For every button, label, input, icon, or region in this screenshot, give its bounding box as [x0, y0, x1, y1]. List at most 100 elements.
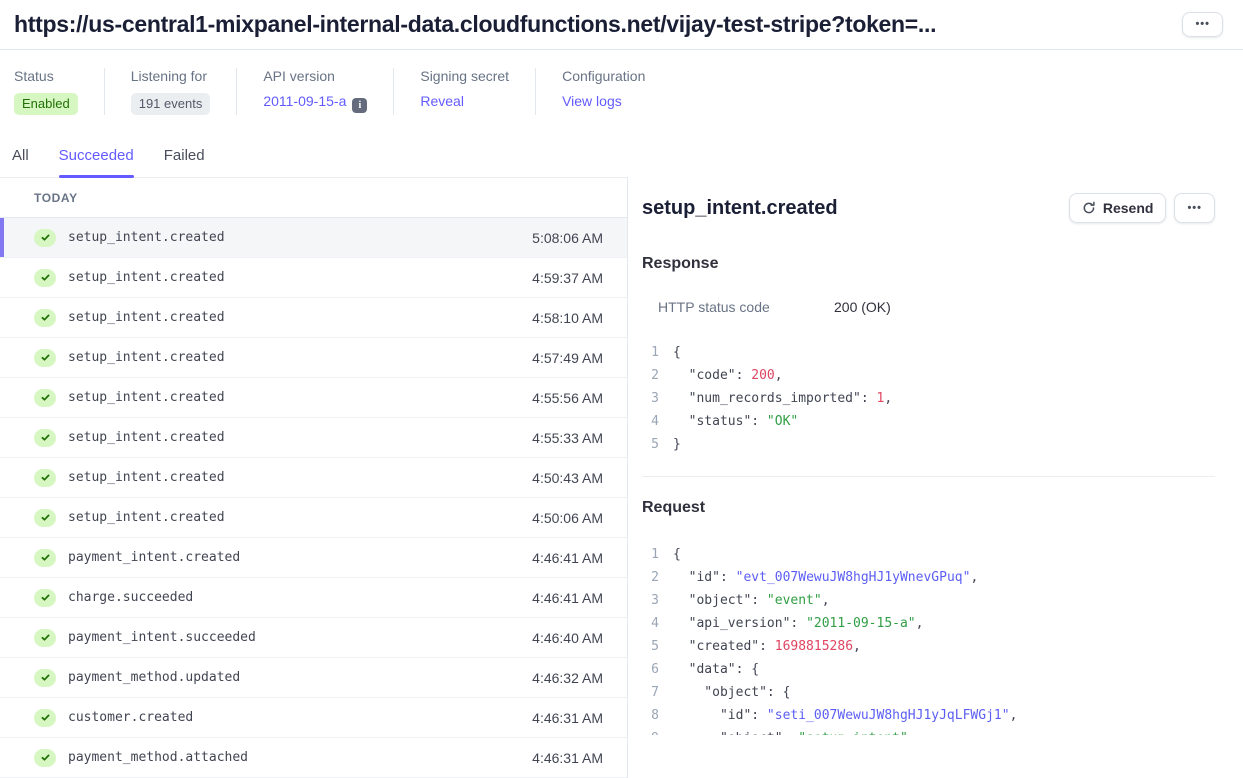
code-line: 3 "object": "event",	[642, 589, 1215, 612]
success-check-icon	[34, 509, 56, 527]
success-check-icon	[34, 669, 56, 687]
events-panel: All Succeeded Failed TODAY setup_intent.cr…	[0, 139, 628, 735]
event-name: payment_intent.succeeded	[68, 630, 256, 645]
event-time: 4:46:32 AM	[532, 670, 603, 686]
code-line: 7 "object": {	[642, 681, 1215, 704]
event-time: 4:50:43 AM	[532, 470, 603, 486]
event-time: 4:46:31 AM	[532, 750, 603, 766]
event-name: setup_intent.created	[68, 510, 225, 525]
list-group-header: TODAY	[0, 178, 627, 218]
event-time: 4:46:41 AM	[532, 550, 603, 566]
event-name: payment_method.attached	[68, 750, 248, 765]
http-status-row: HTTP status code 200 (OK)	[642, 299, 1215, 315]
success-check-icon	[34, 309, 56, 327]
code-line: 1{	[642, 543, 1215, 566]
code-line: 2 "code": 200,	[642, 364, 1215, 387]
event-name: payment_method.updated	[68, 670, 240, 685]
code-line: 5 "created": 1698815286,	[642, 635, 1215, 658]
detail-header: setup_intent.created Resend •••	[642, 193, 1215, 223]
event-time: 4:55:33 AM	[532, 430, 603, 446]
event-detail-panel: setup_intent.created Resend ••• Response…	[628, 139, 1243, 735]
event-name: setup_intent.created	[68, 270, 225, 285]
list-item[interactable]: payment_intent.succeeded 4:46:40 AM	[0, 618, 627, 658]
code-line: 6 "data": {	[642, 658, 1215, 681]
list-item[interactable]: setup_intent.created 5:08:06 AM	[0, 218, 627, 258]
list-item[interactable]: customer.created 4:46:31 AM	[0, 698, 627, 738]
meta-signing-secret: Signing secret Reveal	[393, 68, 535, 115]
list-item[interactable]: charge.succeeded 4:46:41 AM	[0, 578, 627, 618]
event-time: 4:55:56 AM	[532, 390, 603, 406]
event-name: charge.succeeded	[68, 590, 193, 605]
event-name: setup_intent.created	[68, 390, 225, 405]
list-item[interactable]: payment_method.attached 4:46:31 AM	[0, 738, 627, 778]
list-item[interactable]: setup_intent.created 4:58:10 AM	[0, 298, 627, 338]
meta-api-version: API version 2011-09-15-a i	[236, 68, 393, 115]
view-logs-link[interactable]: View logs	[562, 93, 622, 109]
code-line: 2 "id": "evt_007WewuJW8hgHJ1yWnevGPuq",	[642, 566, 1215, 589]
header-overflow-button[interactable]: •••	[1182, 12, 1223, 37]
list-item[interactable]: payment_intent.created 4:46:41 AM	[0, 538, 627, 578]
configuration-label: Configuration	[562, 68, 645, 84]
status-label: Status	[14, 68, 78, 84]
request-heading: Request	[642, 499, 1215, 517]
listening-for-label: Listening for	[131, 68, 211, 84]
reveal-link[interactable]: Reveal	[420, 93, 464, 109]
success-check-icon	[34, 469, 56, 487]
section-divider	[642, 476, 1215, 477]
list-item[interactable]: setup_intent.created 4:50:06 AM	[0, 498, 627, 538]
event-name: setup_intent.created	[68, 430, 225, 445]
meta-configuration: Configuration View logs	[535, 68, 671, 115]
list-item[interactable]: setup_intent.created 4:57:49 AM	[0, 338, 627, 378]
event-name: payment_intent.created	[68, 550, 240, 565]
success-check-icon	[34, 429, 56, 447]
event-name: customer.created	[68, 710, 193, 725]
event-time: 4:57:49 AM	[532, 350, 603, 366]
success-check-icon	[34, 269, 56, 287]
code-line: 4 "status": "OK"	[642, 410, 1215, 433]
list-item[interactable]: setup_intent.created 4:59:37 AM	[0, 258, 627, 298]
code-line: 8 "id": "seti_007WewuJW8hgHJ1yJqLFWGj1",	[642, 704, 1215, 727]
event-time: 4:46:40 AM	[532, 630, 603, 646]
success-check-icon	[34, 749, 56, 767]
event-name: setup_intent.created	[68, 350, 225, 365]
event-time: 4:59:37 AM	[532, 270, 603, 286]
code-line: 5}	[642, 433, 1215, 456]
event-name: setup_intent.created	[68, 470, 225, 485]
meta-listening-for: Listening for 191 events	[104, 68, 237, 115]
event-name: setup_intent.created	[68, 310, 225, 325]
success-check-icon	[34, 629, 56, 647]
detail-overflow-button[interactable]: •••	[1174, 193, 1215, 223]
resend-button[interactable]: Resend	[1069, 193, 1167, 223]
response-heading: Response	[642, 255, 1215, 273]
event-time: 5:08:06 AM	[532, 230, 603, 246]
signing-secret-label: Signing secret	[420, 68, 509, 84]
api-version-label: API version	[263, 68, 367, 84]
request-section: Request 1{2 "id": "evt_007WewuJW8hgHJ1yW…	[642, 499, 1215, 735]
detail-title: setup_intent.created	[642, 197, 838, 220]
list-item[interactable]: setup_intent.created 4:50:43 AM	[0, 458, 627, 498]
success-check-icon	[34, 549, 56, 567]
info-icon[interactable]: i	[352, 98, 367, 113]
success-check-icon	[34, 349, 56, 367]
resend-icon	[1082, 201, 1096, 215]
code-line: 1{	[642, 341, 1215, 364]
tab-succeeded[interactable]: Succeeded	[59, 147, 134, 177]
event-time: 4:58:10 AM	[532, 310, 603, 326]
events-count-badge: 191 events	[131, 93, 211, 115]
tabs: All Succeeded Failed	[0, 139, 628, 178]
tab-failed[interactable]: Failed	[164, 147, 205, 177]
list-item[interactable]: setup_intent.created 4:55:56 AM	[0, 378, 627, 418]
event-time: 4:50:06 AM	[532, 510, 603, 526]
success-check-icon	[34, 709, 56, 727]
endpoint-url-title: https://us-central1-mixpanel-internal-da…	[14, 11, 936, 38]
code-line: 3 "num_records_imported": 1,	[642, 387, 1215, 410]
meta-status: Status Enabled	[14, 68, 104, 115]
success-check-icon	[34, 389, 56, 407]
list-item[interactable]: payment_method.updated 4:46:32 AM	[0, 658, 627, 698]
resend-button-label: Resend	[1103, 200, 1154, 216]
detail-actions: Resend •••	[1069, 193, 1215, 223]
page-header: https://us-central1-mixpanel-internal-da…	[0, 0, 1243, 50]
list-item[interactable]: setup_intent.created 4:55:33 AM	[0, 418, 627, 458]
tab-all[interactable]: All	[12, 147, 29, 177]
api-version-link[interactable]: 2011-09-15-a	[263, 93, 346, 109]
